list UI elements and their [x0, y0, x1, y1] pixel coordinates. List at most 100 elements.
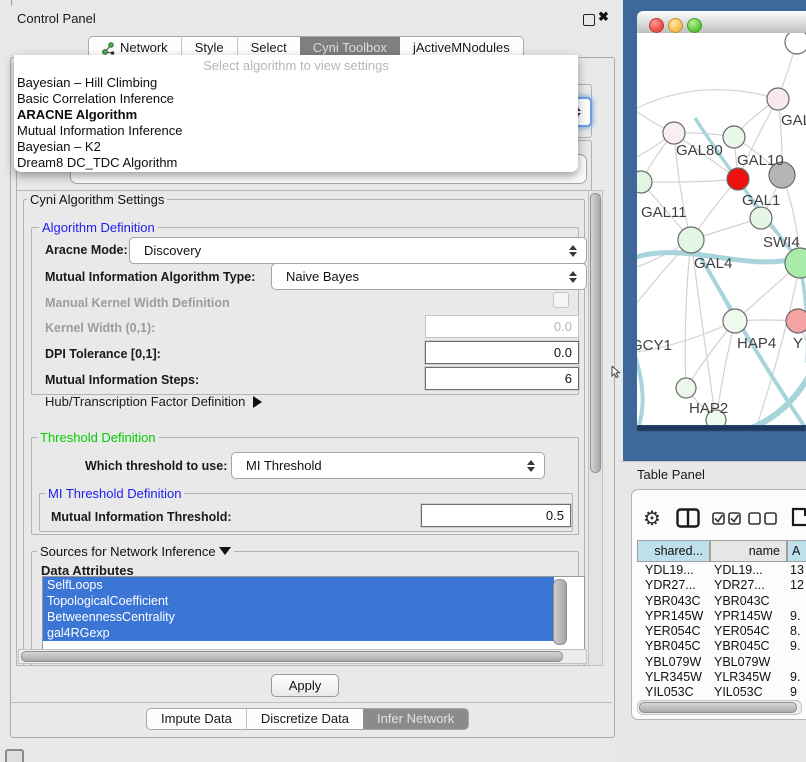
bottom-tabbar: Impute DataDiscretize DataInfer Network: [146, 708, 469, 728]
cell-shared-name: YBL079W: [637, 655, 710, 670]
cell-name: YBR045C: [710, 639, 787, 654]
table-row[interactable]: YDR27...YDR27...12: [637, 578, 806, 593]
table-row[interactable]: YBL079WYBL079W: [637, 655, 806, 670]
algorithm-option-dream8-dc-tdc-algorithm[interactable]: Dream8 DC_TDC Algorithm: [14, 155, 578, 171]
column-header-shared[interactable]: shared...: [637, 540, 710, 562]
mi-steps-label: Mutual Information Steps:: [45, 373, 199, 387]
kernel-width-field[interactable]: 0.0: [425, 315, 579, 338]
zoom-window-icon[interactable]: [687, 18, 702, 33]
hub-definition-label: Hub/Transcription Factor Definition: [45, 394, 245, 409]
collapsed-panel-icon[interactable]: [5, 749, 24, 762]
table-row[interactable]: YER054CYER054C8.: [637, 624, 806, 639]
table-row[interactable]: YPR145WYPR145W9.: [637, 609, 806, 624]
algorithm-option-bayesian-k2[interactable]: Bayesian – K2: [14, 139, 578, 155]
checked-pair-icon[interactable]: [712, 512, 742, 525]
dpi-tolerance-field[interactable]: 0.0: [425, 341, 579, 364]
network-node[interactable]: [678, 227, 704, 253]
popup-placeholder: Select algorithm to view settings: [14, 57, 578, 75]
bottom-tab-discretize-data[interactable]: Discretize Data: [246, 708, 363, 730]
settings-horizontal-scrollbar-thumb[interactable]: [21, 651, 563, 662]
manual-kernel-label: Manual Kernel Width Definition: [45, 296, 230, 310]
network-edge: [637, 90, 778, 113]
bottom-tab-infer-network[interactable]: Infer Network: [363, 708, 469, 730]
table-row[interactable]: YDL19...YDL19...13: [637, 563, 806, 578]
node-label-gal4: GAL4: [694, 255, 732, 272]
node-label-gal: GAL: [781, 112, 806, 129]
network-node[interactable]: [767, 88, 789, 110]
aracne-mode-combo[interactable]: Discovery: [129, 237, 587, 264]
cell-shared-name: YDL19...: [637, 563, 710, 578]
cell-value: 9.: [787, 670, 800, 685]
mi-type-combo[interactable]: Naive Bayes: [271, 263, 587, 290]
cell-value: [787, 655, 790, 670]
attribute-item-selfloops[interactable]: SelfLoops: [43, 577, 554, 593]
cell-value: 8.: [787, 624, 800, 639]
table-row[interactable]: YIL053CYIL053C9: [637, 685, 806, 699]
kernel-width-label: Kernel Width (0,1):: [45, 321, 155, 335]
network-node[interactable]: [723, 126, 745, 148]
column-header-name[interactable]: name: [710, 540, 787, 562]
list-vertical-scrollbar[interactable]: [553, 579, 567, 645]
gear-icon[interactable]: ⚙: [643, 506, 661, 531]
mi-steps-field[interactable]: 6: [425, 367, 579, 390]
cell-name: YDR27...: [710, 578, 787, 593]
attribute-item-topologicalcoefficient[interactable]: TopologicalCoefficient: [43, 593, 554, 609]
table-horizontal-scrollbar-thumb[interactable]: [639, 702, 797, 713]
columns-icon[interactable]: [676, 508, 700, 528]
settings-vertical-scrollbar-thumb[interactable]: [590, 193, 601, 473]
node-label-hap4: HAP4: [737, 335, 776, 352]
algorithm-option-basic-correlation-inference[interactable]: Basic Correlation Inference: [14, 91, 578, 107]
table-body: YDL19...YDL19...13YDR27...YDR27...12YBR0…: [637, 563, 806, 699]
mi-threshold-group-title: MI Threshold Definition: [45, 486, 184, 501]
network-node[interactable]: [637, 171, 652, 193]
network-node[interactable]: [723, 309, 747, 333]
unchecked-pair-icon[interactable]: [748, 512, 778, 525]
close-panel-icon[interactable]: ✖: [598, 9, 609, 25]
apply-button[interactable]: Apply: [271, 674, 339, 697]
node-label-gal1: GAL1: [742, 192, 780, 209]
algorithm-dropdown-popup: Select algorithm to view settings Bayesi…: [14, 55, 578, 172]
document-icon[interactable]: [791, 506, 806, 528]
aracne-mode-label: Aracne Mode:: [45, 243, 128, 257]
cell-shared-name: YPR145W: [637, 609, 710, 624]
table-row[interactable]: YLR345WYLR345W9.: [637, 670, 806, 685]
table-row[interactable]: YBR043CYBR043C: [637, 594, 806, 609]
network-view-canvas[interactable]: GALGAL80GAL10GAL1GAL11SWI4GAL4GCY1HAP4YH…: [637, 33, 806, 425]
table-row[interactable]: YBR045CYBR045C9.: [637, 639, 806, 654]
algorithm-option-mutual-information-inference[interactable]: Mutual Information Inference: [14, 123, 578, 139]
close-window-icon[interactable]: [649, 18, 664, 33]
column-header-a[interactable]: A: [787, 540, 806, 562]
network-window-titlebar[interactable]: [637, 11, 806, 34]
cell-name: YBR043C: [710, 594, 787, 609]
algorithm-option-aracne-algorithm[interactable]: ARACNE Algorithm: [14, 107, 578, 123]
cell-shared-name: YLR345W: [637, 670, 710, 685]
network-node[interactable]: [727, 168, 749, 190]
float-panel-icon[interactable]: [583, 14, 595, 26]
network-node[interactable]: [750, 207, 772, 229]
threshold-definition-title: Threshold Definition: [37, 430, 159, 445]
mi-threshold-field[interactable]: 0.5: [421, 504, 571, 527]
hub-definition-toggle[interactable]: Hub/Transcription Factor Definition: [45, 394, 262, 409]
control-panel-title: Control Panel: [17, 11, 96, 26]
bottom-tab-impute-data[interactable]: Impute Data: [146, 708, 246, 730]
table-panel-title: Table Panel: [637, 467, 705, 482]
which-threshold-combo[interactable]: MI Threshold: [231, 452, 545, 479]
network-node[interactable]: [676, 378, 696, 398]
cell-value: 9.: [787, 609, 800, 624]
minimize-window-icon[interactable]: [668, 18, 683, 33]
node-label-gcy1: GCY1: [637, 337, 672, 354]
attribute-item-gal4rgexp[interactable]: gal4RGexp: [43, 625, 554, 641]
node-label-gal80: GAL80: [676, 142, 723, 159]
manual-kernel-checkbox[interactable]: [553, 292, 569, 308]
cell-value: 12: [787, 578, 804, 593]
network-node[interactable]: [786, 309, 806, 333]
sources-group-title[interactable]: Sources for Network Inference: [37, 544, 234, 559]
network-node[interactable]: [663, 122, 685, 144]
network-node[interactable]: [785, 33, 806, 54]
cell-value: 9.: [787, 639, 800, 654]
cell-shared-name: YBR045C: [637, 639, 710, 654]
chevron-down-icon: [219, 547, 231, 555]
algorithm-option-bayesian-hill-climbing[interactable]: Bayesian – Hill Climbing: [14, 75, 578, 91]
node-label-gal11: GAL11: [641, 204, 687, 221]
attribute-item-betweennesscentrality[interactable]: BetweennessCentrality: [43, 609, 554, 625]
